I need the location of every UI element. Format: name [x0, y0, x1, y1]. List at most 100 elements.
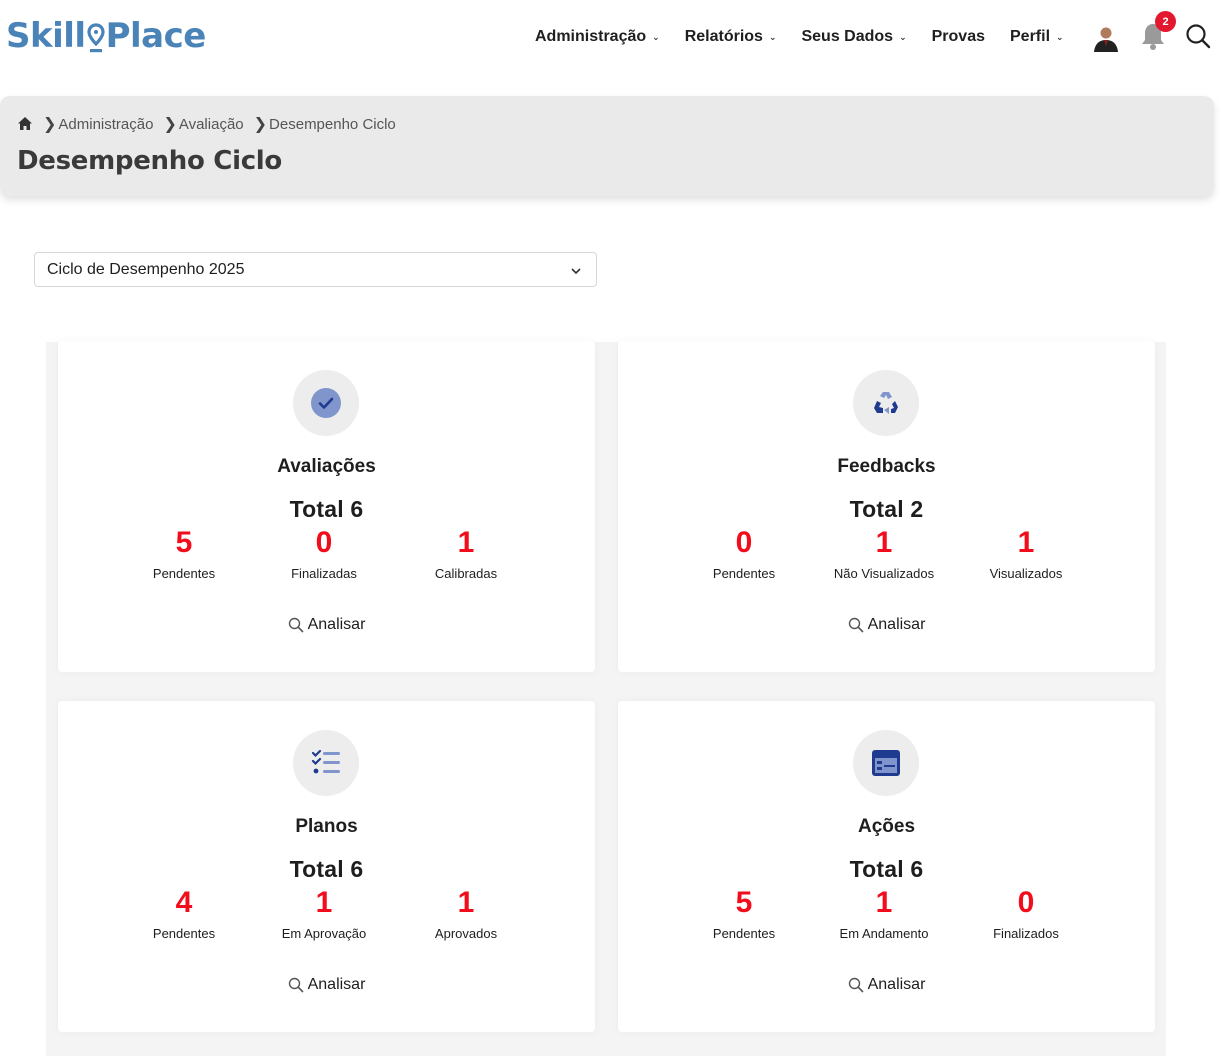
stat-label: Finalizadas — [291, 566, 357, 581]
stat-value: 1 — [1017, 526, 1035, 559]
top-header: Skill Place Administração ⌄ Relatórios ⌄… — [0, 0, 1224, 84]
breadcrumb-item-current: Desempenho Ciclo — [269, 115, 396, 133]
stat-value: 0 — [315, 526, 333, 559]
chevron-down-icon: ⌄ — [899, 31, 907, 42]
stat-label: Calibradas — [434, 566, 498, 581]
notification-badge: 2 — [1155, 11, 1176, 32]
stat-label: Aprovados — [434, 926, 498, 941]
nav-administracao[interactable]: Administração ⌄ — [535, 28, 660, 46]
checklist-icon — [293, 730, 359, 796]
analyze-label: Analisar — [867, 976, 926, 993]
card-total: Total 6 — [849, 856, 924, 882]
chevron-right-icon: ❯ — [43, 116, 57, 133]
card-avaliacoes: Avaliações Total 6 5 Pendentes 0 Finaliz… — [58, 341, 595, 672]
stat-label: Finalizados — [993, 926, 1059, 941]
stat-calibradas: 1 Calibradas — [386, 526, 546, 581]
chevron-down-icon — [570, 264, 582, 276]
card-acoes: Ações Total 6 5 Pendentes 1 Em Andamento… — [618, 701, 1155, 1032]
stat-value: 4 — [175, 886, 193, 919]
stat-label: Em Andamento — [839, 926, 929, 941]
stat-pendentes: 0 Pendentes — [664, 526, 824, 581]
magnifier-icon — [288, 617, 304, 633]
stat-label: Em Aprovação — [281, 926, 367, 941]
stat-finalizadas: 0 Finalizadas — [244, 526, 404, 581]
nav-provas[interactable]: Provas — [932, 28, 985, 46]
logo-text-skill: Skill — [6, 16, 86, 56]
card-total: Total 2 — [849, 496, 924, 522]
stat-label: Visualizados — [989, 566, 1063, 581]
card-feedbacks: Feedbacks Total 2 0 Pendentes 1 Não Visu… — [618, 341, 1155, 672]
stat-label: Pendentes — [712, 566, 776, 581]
page-title: Desempenho Ciclo — [17, 146, 282, 176]
stat-aprovados: 1 Aprovados — [386, 886, 546, 941]
location-pin-icon — [86, 22, 105, 56]
chevron-down-icon: ⌄ — [768, 31, 777, 42]
stat-pendentes: 5 Pendentes — [664, 886, 824, 941]
card-title: Feedbacks — [837, 456, 936, 477]
stat-value: 1 — [457, 526, 475, 559]
stat-value: 1 — [457, 886, 475, 919]
breadcrumb-panel: ❯ Administração ❯ Avaliação ❯ Desempenho… — [0, 96, 1214, 196]
analyze-button[interactable]: Analisar — [618, 976, 1155, 994]
stat-value: 0 — [735, 526, 753, 559]
magnifier-icon — [288, 977, 304, 993]
chevron-right-icon: ❯ — [253, 116, 268, 133]
stat-pendentes: 5 Pendentes — [104, 526, 264, 581]
nav-seus-dados[interactable]: Seus Dados ⌄ — [801, 28, 906, 46]
breadcrumb: ❯ Administração ❯ Avaliação ❯ Desempenho… — [17, 114, 396, 134]
magnifier-icon — [848, 617, 864, 633]
stat-label: Pendentes — [712, 926, 776, 941]
stat-label: Pendentes — [152, 566, 216, 581]
nav-label: Relatórios — [684, 28, 763, 45]
analyze-button[interactable]: Analisar — [58, 616, 595, 634]
card-total: Total 6 — [289, 856, 364, 882]
stat-value: 0 — [1017, 886, 1035, 919]
stat-value: 1 — [315, 886, 333, 919]
card-title: Ações — [857, 816, 916, 837]
chevron-right-icon: ❯ — [163, 116, 177, 133]
stat-finalizados: 0 Finalizados — [946, 886, 1106, 941]
chevron-down-icon: ⌄ — [652, 31, 660, 42]
cycle-select-value: Ciclo de Desempenho 2025 — [47, 260, 245, 278]
analyze-button[interactable]: Analisar — [618, 616, 1155, 634]
stat-value: 1 — [875, 526, 893, 559]
analyze-label: Analisar — [867, 616, 926, 633]
stat-em-aprovacao: 1 Em Aprovação — [244, 886, 404, 941]
recycle-icon — [853, 370, 919, 436]
card-title: Planos — [295, 816, 358, 837]
nav-perfil[interactable]: Perfil ⌄ — [1010, 28, 1064, 46]
stat-value: 1 — [875, 886, 893, 919]
main-nav: Administração ⌄ Relatórios ⌄ Seus Dados … — [535, 26, 1089, 48]
skillplace-logo[interactable]: Skill Place — [6, 16, 206, 56]
stat-visualizados: 1 Visualizados — [946, 526, 1106, 581]
stat-value: 5 — [735, 886, 753, 919]
cycle-select[interactable]: Ciclo de Desempenho 2025 — [34, 252, 597, 287]
stat-em-andamento: 1 Em Andamento — [804, 886, 964, 941]
home-icon[interactable] — [17, 116, 33, 132]
nav-label: Perfil — [1010, 28, 1051, 45]
analyze-button[interactable]: Analisar — [58, 976, 595, 994]
stat-label: Pendentes — [152, 926, 216, 941]
stat-value: 5 — [175, 526, 193, 559]
analyze-label: Analisar — [307, 616, 366, 633]
breadcrumb-item-avaliacao[interactable]: Avaliação — [179, 116, 244, 133]
chevron-down-icon: ⌄ — [1056, 31, 1064, 42]
stat-nao-visualizados: 1 Não Visualizados — [804, 526, 964, 581]
window-list-icon — [853, 730, 919, 796]
nav-label: Administração — [535, 28, 647, 45]
card-planos: Planos Total 6 4 Pendentes 1 Em Aprovaçã… — [58, 701, 595, 1032]
breadcrumb-item-administracao[interactable]: Administração — [58, 116, 153, 133]
user-avatar[interactable] — [1092, 24, 1120, 52]
analyze-label: Analisar — [307, 976, 366, 993]
card-total: Total 6 — [289, 496, 364, 522]
search-icon[interactable] — [1184, 22, 1212, 50]
magnifier-icon — [848, 977, 864, 993]
check-circle-icon — [293, 370, 359, 436]
stat-label: Não Visualizados — [833, 566, 935, 581]
nav-label: Provas — [931, 28, 985, 45]
nav-label: Seus Dados — [801, 28, 894, 45]
card-title: Avaliações — [277, 456, 376, 477]
stat-pendentes: 4 Pendentes — [104, 886, 264, 941]
nav-relatorios[interactable]: Relatórios ⌄ — [685, 28, 777, 46]
logo-text-place: Place — [105, 16, 207, 56]
